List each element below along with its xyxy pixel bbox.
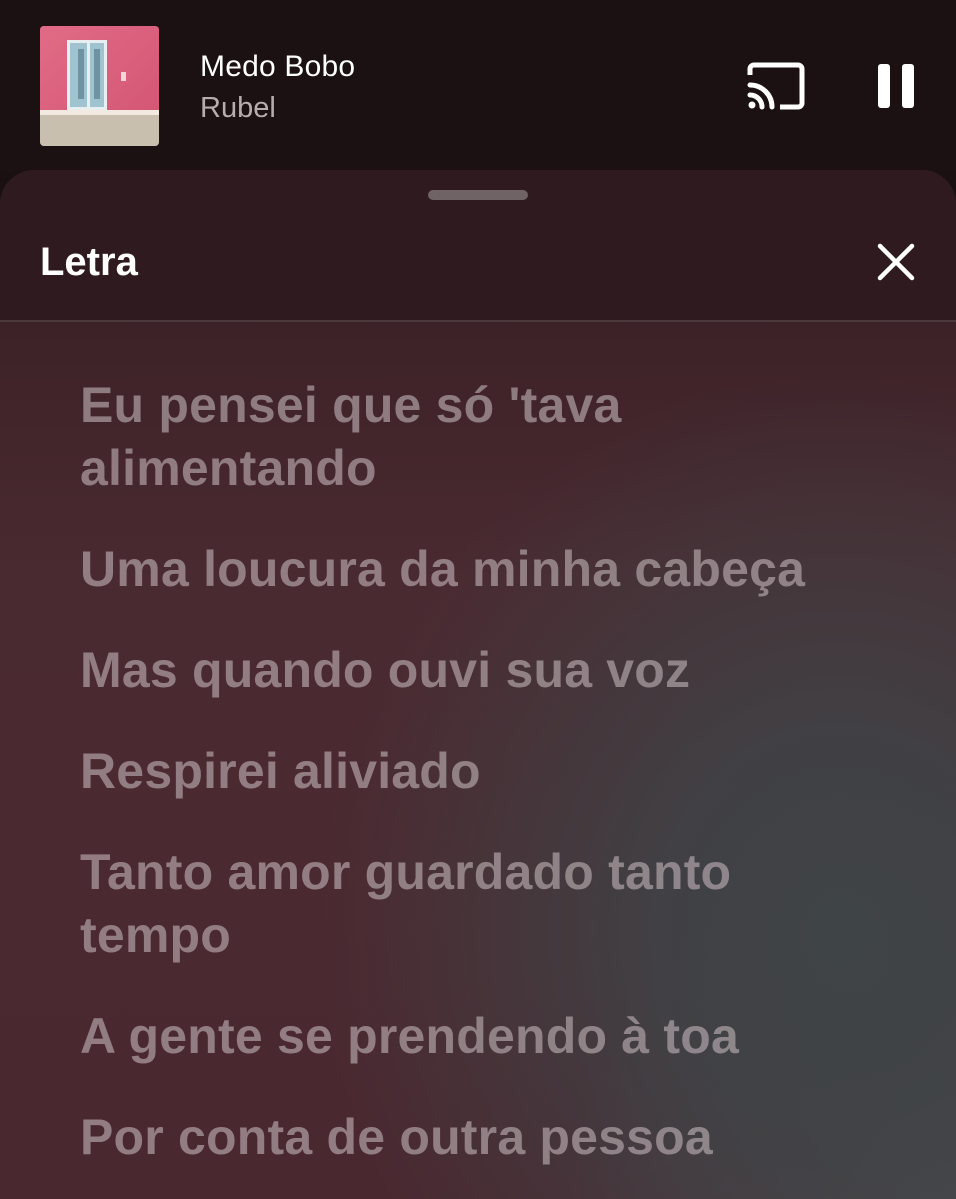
lyric-line[interactable]: Tanto amor guardado tanto tempo bbox=[80, 841, 880, 967]
lyric-line[interactable]: Uma loucura da minha cabeça bbox=[80, 538, 880, 601]
lyric-line[interactable]: Por conta de outra pessoa bbox=[80, 1106, 880, 1169]
cast-button[interactable] bbox=[744, 58, 808, 114]
close-button[interactable] bbox=[870, 236, 922, 288]
lyrics-sheet-header: Letra bbox=[0, 170, 956, 322]
lyric-line[interactable]: Respirei aliviado bbox=[80, 740, 880, 803]
album-art-door bbox=[67, 40, 107, 110]
mini-player[interactable]: Medo Bobo Rubel bbox=[0, 0, 956, 172]
drag-handle[interactable] bbox=[428, 190, 528, 200]
lyric-line[interactable]: Eu pensei que só 'tava alimentando bbox=[80, 374, 880, 500]
pause-icon bbox=[878, 64, 914, 108]
close-icon bbox=[877, 243, 915, 281]
pause-button[interactable] bbox=[872, 60, 920, 112]
album-art[interactable] bbox=[40, 26, 159, 146]
lyrics-sheet: Letra Eu pensei que só 'tava alimentando… bbox=[0, 170, 956, 1199]
album-art-floor bbox=[40, 114, 159, 146]
album-art-door-pane-right bbox=[94, 49, 100, 99]
lyrics-list: Eu pensei que só 'tava alimentando Uma l… bbox=[80, 374, 880, 1199]
album-art-door-pane-left bbox=[78, 49, 84, 99]
track-artist[interactable]: Rubel bbox=[200, 92, 276, 125]
lyric-line[interactable]: Mas quando ouvi sua voz bbox=[80, 639, 880, 702]
lyric-line[interactable]: A gente se prendendo à toa bbox=[80, 1005, 880, 1068]
album-art-switch bbox=[121, 72, 126, 81]
lyrics-title: Letra bbox=[40, 240, 138, 284]
cast-icon bbox=[747, 62, 805, 110]
track-title[interactable]: Medo Bobo bbox=[200, 50, 355, 84]
